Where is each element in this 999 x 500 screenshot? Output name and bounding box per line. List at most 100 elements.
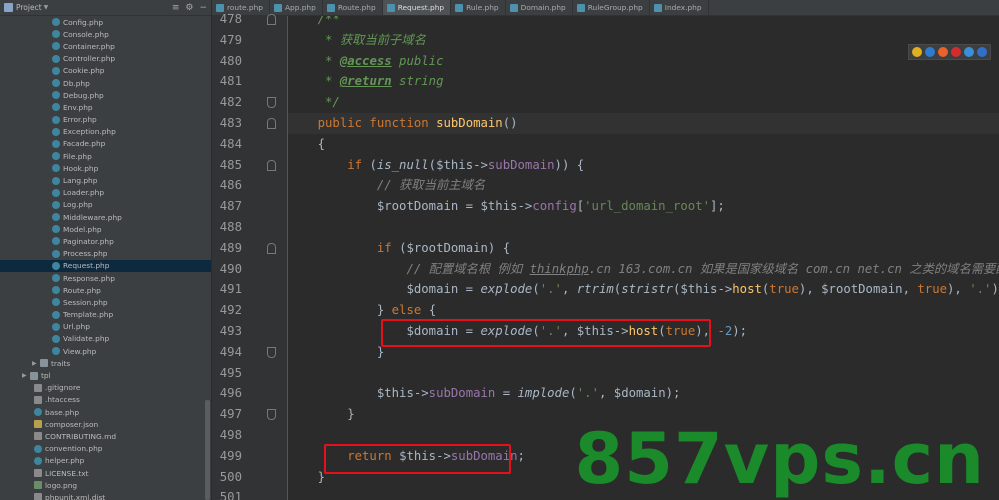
- tree-item-label: View.php: [63, 346, 97, 356]
- file-icon: [34, 493, 42, 500]
- tree-item[interactable]: helper.php: [0, 455, 211, 467]
- tree-item-label: Debug.php: [63, 90, 104, 100]
- project-panel-title[interactable]: Project: [16, 3, 42, 12]
- tree-item[interactable]: Hook.php: [0, 162, 211, 174]
- tree-item[interactable]: Session.php: [0, 296, 211, 308]
- firefox-icon[interactable]: [938, 47, 948, 57]
- file-icon: [52, 79, 60, 88]
- file-icon: [34, 395, 42, 404]
- tree-item[interactable]: Process.php: [0, 248, 211, 260]
- tree-item[interactable]: Controller.php: [0, 53, 211, 65]
- editor-tab[interactable]: Request.php: [382, 0, 452, 15]
- tree-item[interactable]: base.php: [0, 406, 211, 418]
- editor-tab[interactable]: Rule.php: [451, 0, 506, 15]
- project-tree-scrollbar[interactable]: [205, 400, 210, 500]
- tree-item[interactable]: composer.json: [0, 418, 211, 430]
- collapse-all-icon[interactable]: ≡: [172, 3, 180, 13]
- opera-icon[interactable]: [951, 47, 961, 57]
- file-icon: [52, 103, 60, 112]
- file-icon: [52, 237, 60, 246]
- fold-marker-icon[interactable]: [267, 97, 276, 109]
- safari-icon[interactable]: [964, 47, 974, 57]
- tree-item[interactable]: Debug.php: [0, 89, 211, 101]
- editor-tab[interactable]: RuleGroup.php: [573, 0, 650, 15]
- line-number: 495: [219, 365, 242, 380]
- expand-arrow-icon[interactable]: ▶: [22, 372, 30, 379]
- tree-item[interactable]: .htaccess: [0, 394, 211, 406]
- tree-item[interactable]: Console.php: [0, 28, 211, 40]
- tab-label: Route.php: [337, 3, 376, 12]
- ie-icon[interactable]: [925, 47, 935, 57]
- editor-tab[interactable]: Route.php: [323, 0, 383, 15]
- code-line: }: [288, 404, 354, 425]
- file-icon: [52, 139, 60, 148]
- editor-tab[interactable]: App.php: [270, 0, 323, 15]
- project-panel: Project ▼ ≡ ⚙ − Config.php Console.php Con…: [0, 0, 212, 500]
- tree-item-label: Response.php: [63, 273, 115, 283]
- tree-item[interactable]: Validate.php: [0, 333, 211, 345]
- tree-item[interactable]: ▶ tpl: [0, 369, 211, 381]
- file-icon: [52, 200, 60, 209]
- tree-item[interactable]: ▶ traits: [0, 357, 211, 369]
- gear-icon[interactable]: ⚙: [185, 3, 193, 13]
- tree-item[interactable]: Middleware.php: [0, 211, 211, 223]
- code-token: {: [288, 136, 326, 151]
- tree-item[interactable]: Model.php: [0, 223, 211, 235]
- fold-marker-icon[interactable]: [267, 346, 276, 358]
- tree-item[interactable]: Url.php: [0, 321, 211, 333]
- fold-marker-icon[interactable]: [267, 14, 276, 25]
- tree-item[interactable]: Cookie.php: [0, 65, 211, 77]
- tree-item[interactable]: logo.png: [0, 479, 211, 491]
- edge-icon[interactable]: [977, 47, 987, 57]
- tree-item-label: Loader.php: [63, 188, 105, 198]
- line-number: 482: [219, 95, 242, 110]
- tree-item[interactable]: Response.php: [0, 272, 211, 284]
- tree-item[interactable]: LICENSE.txt: [0, 467, 211, 479]
- fold-marker-icon[interactable]: [267, 409, 276, 421]
- file-icon: [52, 115, 60, 124]
- tree-item-label: Session.php: [63, 297, 108, 307]
- expand-arrow-icon[interactable]: ▶: [32, 360, 40, 367]
- code-line: // 配置域名根 例如 thinkphp.cn 163.com.cn 如果是国家…: [288, 259, 999, 280]
- editor-tab[interactable]: Index.php: [650, 0, 709, 15]
- hide-panel-icon[interactable]: −: [199, 3, 207, 13]
- tree-item[interactable]: Facade.php: [0, 138, 211, 150]
- code-token: if: [288, 240, 400, 255]
- fold-marker-icon[interactable]: [267, 159, 276, 171]
- tree-item-label: Cookie.php: [63, 66, 105, 76]
- fold-marker-icon[interactable]: [267, 242, 276, 254]
- tree-item[interactable]: Config.php: [0, 16, 211, 28]
- code-token: @return: [339, 74, 392, 89]
- tree-item[interactable]: Db.php: [0, 77, 211, 89]
- tree-item[interactable]: Log.php: [0, 199, 211, 211]
- file-icon: [52, 347, 60, 356]
- tree-item[interactable]: Template.php: [0, 309, 211, 321]
- code-token: (): [502, 116, 518, 130]
- tree-item[interactable]: phpunit.xml.dist: [0, 491, 211, 500]
- tree-item[interactable]: Lang.php: [0, 174, 211, 186]
- tree-item[interactable]: Container.php: [0, 40, 211, 52]
- editor-tab[interactable]: Domain.php: [506, 0, 573, 15]
- tree-item-label: Facade.php: [63, 139, 106, 149]
- tree-item[interactable]: .gitignore: [0, 382, 211, 394]
- chevron-down-icon[interactable]: ▼: [44, 4, 49, 11]
- tree-item[interactable]: Exception.php: [0, 126, 211, 138]
- tree-item-label: Env.php: [63, 102, 93, 112]
- tree-item[interactable]: convention.php: [0, 443, 211, 455]
- chrome-icon[interactable]: [912, 47, 922, 57]
- code-line: public function subDomain(): [288, 113, 518, 134]
- fold-marker-icon[interactable]: [267, 118, 276, 129]
- file-icon: [52, 261, 60, 270]
- tree-item[interactable]: Error.php: [0, 114, 211, 126]
- tree-item[interactable]: Loader.php: [0, 187, 211, 199]
- code-token: $domain =: [288, 282, 481, 297]
- tab-label: Domain.php: [520, 3, 566, 12]
- tree-item[interactable]: File.php: [0, 150, 211, 162]
- tree-item[interactable]: CONTRIBUTING.md: [0, 430, 211, 442]
- tree-item[interactable]: View.php: [0, 345, 211, 357]
- tree-item[interactable]: Request.php: [0, 259, 211, 272]
- tree-item[interactable]: Paginator.php: [0, 235, 211, 247]
- tree-item[interactable]: Env.php: [0, 101, 211, 113]
- tree-item[interactable]: Route.php: [0, 284, 211, 296]
- file-icon: [52, 164, 60, 173]
